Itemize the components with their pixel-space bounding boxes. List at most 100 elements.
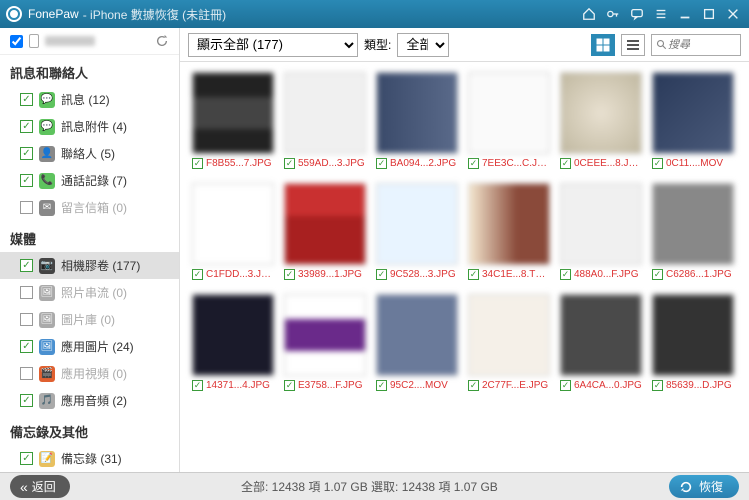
- category-icon: 🖼: [39, 339, 55, 355]
- file-checkbox[interactable]: [192, 380, 203, 391]
- phone-icon: [29, 34, 39, 48]
- search-input[interactable]: [668, 39, 728, 51]
- sidebar-item[interactable]: 💬訊息附件 (4): [0, 113, 179, 140]
- thumbnail-image[interactable]: [560, 72, 642, 154]
- file-checkbox[interactable]: [192, 269, 203, 280]
- thumbnail-cell[interactable]: 6A4CA...0.JPG: [560, 294, 642, 391]
- sidebar-item[interactable]: 🎵應用音頻 (2): [0, 387, 179, 414]
- file-checkbox[interactable]: [376, 158, 387, 169]
- file-checkbox[interactable]: [560, 269, 571, 280]
- display-filter-select[interactable]: 顯示全部 (177): [188, 33, 358, 57]
- close-icon[interactable]: [723, 4, 743, 24]
- checkbox-icon[interactable]: [20, 93, 33, 106]
- thumbnail-cell[interactable]: BA094...2.JPG: [376, 72, 458, 169]
- checkbox-icon[interactable]: [20, 367, 33, 380]
- thumbnail-cell[interactable]: C6286...1.JPG: [652, 183, 734, 280]
- checkbox-icon[interactable]: [20, 259, 33, 272]
- checkbox-icon[interactable]: [20, 452, 33, 465]
- sidebar-item[interactable]: 📞通話記錄 (7): [0, 167, 179, 194]
- thumbnail-cell[interactable]: 85639...D.JPG: [652, 294, 734, 391]
- minimize-icon[interactable]: [675, 4, 695, 24]
- file-checkbox[interactable]: [560, 380, 571, 391]
- back-button[interactable]: 返回: [10, 475, 70, 498]
- checkbox-icon[interactable]: [20, 286, 33, 299]
- thumbnail-image[interactable]: [284, 72, 366, 154]
- grid-view-button[interactable]: [591, 34, 615, 56]
- thumbnail-image[interactable]: [652, 72, 734, 154]
- thumbnail-image[interactable]: [284, 183, 366, 265]
- checkbox-icon[interactable]: [20, 201, 33, 214]
- thumbnail-cell[interactable]: 2C77F...E.JPG: [468, 294, 550, 391]
- checkbox-icon[interactable]: [20, 174, 33, 187]
- thumbnail-image[interactable]: [192, 294, 274, 376]
- sidebar-item[interactable]: 🖼照片串流 (0): [0, 279, 179, 306]
- thumbnail-cell[interactable]: 9C528...3.JPG: [376, 183, 458, 280]
- checkbox-icon[interactable]: [20, 313, 33, 326]
- thumbnail-image[interactable]: [376, 294, 458, 376]
- thumbnail-cell[interactable]: 559AD...3.JPG: [284, 72, 366, 169]
- thumbnail-cell[interactable]: 7EE3C...C.JPG: [468, 72, 550, 169]
- thumbnail-cell[interactable]: 34C1E...8.THM: [468, 183, 550, 280]
- thumbnail-image[interactable]: [652, 183, 734, 265]
- checkbox-icon[interactable]: [20, 340, 33, 353]
- thumbnail-image[interactable]: [192, 183, 274, 265]
- file-checkbox[interactable]: [284, 158, 295, 169]
- thumbnail-cell[interactable]: C1FDD...3.JPG: [192, 183, 274, 280]
- sidebar-item[interactable]: ✉留言信箱 (0): [0, 194, 179, 221]
- type-filter-select[interactable]: 全部: [397, 33, 449, 57]
- refresh-icon[interactable]: [155, 34, 169, 48]
- thumbnail-image[interactable]: [560, 294, 642, 376]
- thumbnail-image[interactable]: [468, 294, 550, 376]
- file-checkbox[interactable]: [652, 269, 663, 280]
- file-checkbox[interactable]: [652, 158, 663, 169]
- sidebar-item[interactable]: 👤聯絡人 (5): [0, 140, 179, 167]
- thumbnail-image[interactable]: [284, 294, 366, 376]
- thumbnail-image[interactable]: [376, 72, 458, 154]
- checkbox-icon[interactable]: [20, 120, 33, 133]
- checkbox-icon[interactable]: [20, 147, 33, 160]
- feedback-icon[interactable]: [627, 4, 647, 24]
- file-checkbox[interactable]: [192, 158, 203, 169]
- thumbnail-image[interactable]: [468, 183, 550, 265]
- thumbnail-cell[interactable]: E3758...F.JPG: [284, 294, 366, 391]
- device-checkbox[interactable]: [10, 35, 23, 48]
- maximize-icon[interactable]: [699, 4, 719, 24]
- thumbnail-cell[interactable]: 14371...4.JPG: [192, 294, 274, 391]
- sidebar-item[interactable]: 🎬應用視頻 (0): [0, 360, 179, 387]
- sidebar-item[interactable]: 📝備忘錄 (31): [0, 445, 179, 472]
- list-view-button[interactable]: [621, 34, 645, 56]
- home-icon[interactable]: [579, 4, 599, 24]
- file-checkbox[interactable]: [468, 380, 479, 391]
- file-name: 488A0...F.JPG: [574, 269, 638, 280]
- thumbnail-image[interactable]: [376, 183, 458, 265]
- recover-button[interactable]: 恢復: [669, 475, 739, 498]
- thumbnail-cell[interactable]: 0C11....MOV: [652, 72, 734, 169]
- file-checkbox[interactable]: [560, 158, 571, 169]
- thumbnail-image[interactable]: [468, 72, 550, 154]
- thumbnail-cell[interactable]: F8B55...7.JPG: [192, 72, 274, 169]
- titlebar: FonePaw - iPhone 數據恢復 (未註冊): [0, 0, 749, 28]
- file-checkbox[interactable]: [376, 380, 387, 391]
- thumbnail-cell[interactable]: 0CEEE...8.JPG: [560, 72, 642, 169]
- thumbnail-image[interactable]: [560, 183, 642, 265]
- sidebar-item[interactable]: 🖼圖片庫 (0): [0, 306, 179, 333]
- thumbnail-image[interactable]: [652, 294, 734, 376]
- menu-icon[interactable]: [651, 4, 671, 24]
- file-checkbox[interactable]: [468, 158, 479, 169]
- file-checkbox[interactable]: [284, 380, 295, 391]
- key-icon[interactable]: [603, 4, 623, 24]
- checkbox-icon[interactable]: [20, 394, 33, 407]
- category-icon: 👤: [39, 146, 55, 162]
- file-name: C1FDD...3.JPG: [206, 269, 274, 280]
- sidebar-item[interactable]: 📷相機膠卷 (177): [0, 252, 179, 279]
- file-checkbox[interactable]: [652, 380, 663, 391]
- file-checkbox[interactable]: [376, 269, 387, 280]
- thumbnail-cell[interactable]: 33989...1.JPG: [284, 183, 366, 280]
- thumbnail-cell[interactable]: 488A0...F.JPG: [560, 183, 642, 280]
- thumbnail-image[interactable]: [192, 72, 274, 154]
- file-checkbox[interactable]: [468, 269, 479, 280]
- sidebar-item[interactable]: 💬訊息 (12): [0, 86, 179, 113]
- file-checkbox[interactable]: [284, 269, 295, 280]
- sidebar-item[interactable]: 🖼應用圖片 (24): [0, 333, 179, 360]
- thumbnail-cell[interactable]: 95C2....MOV: [376, 294, 458, 391]
